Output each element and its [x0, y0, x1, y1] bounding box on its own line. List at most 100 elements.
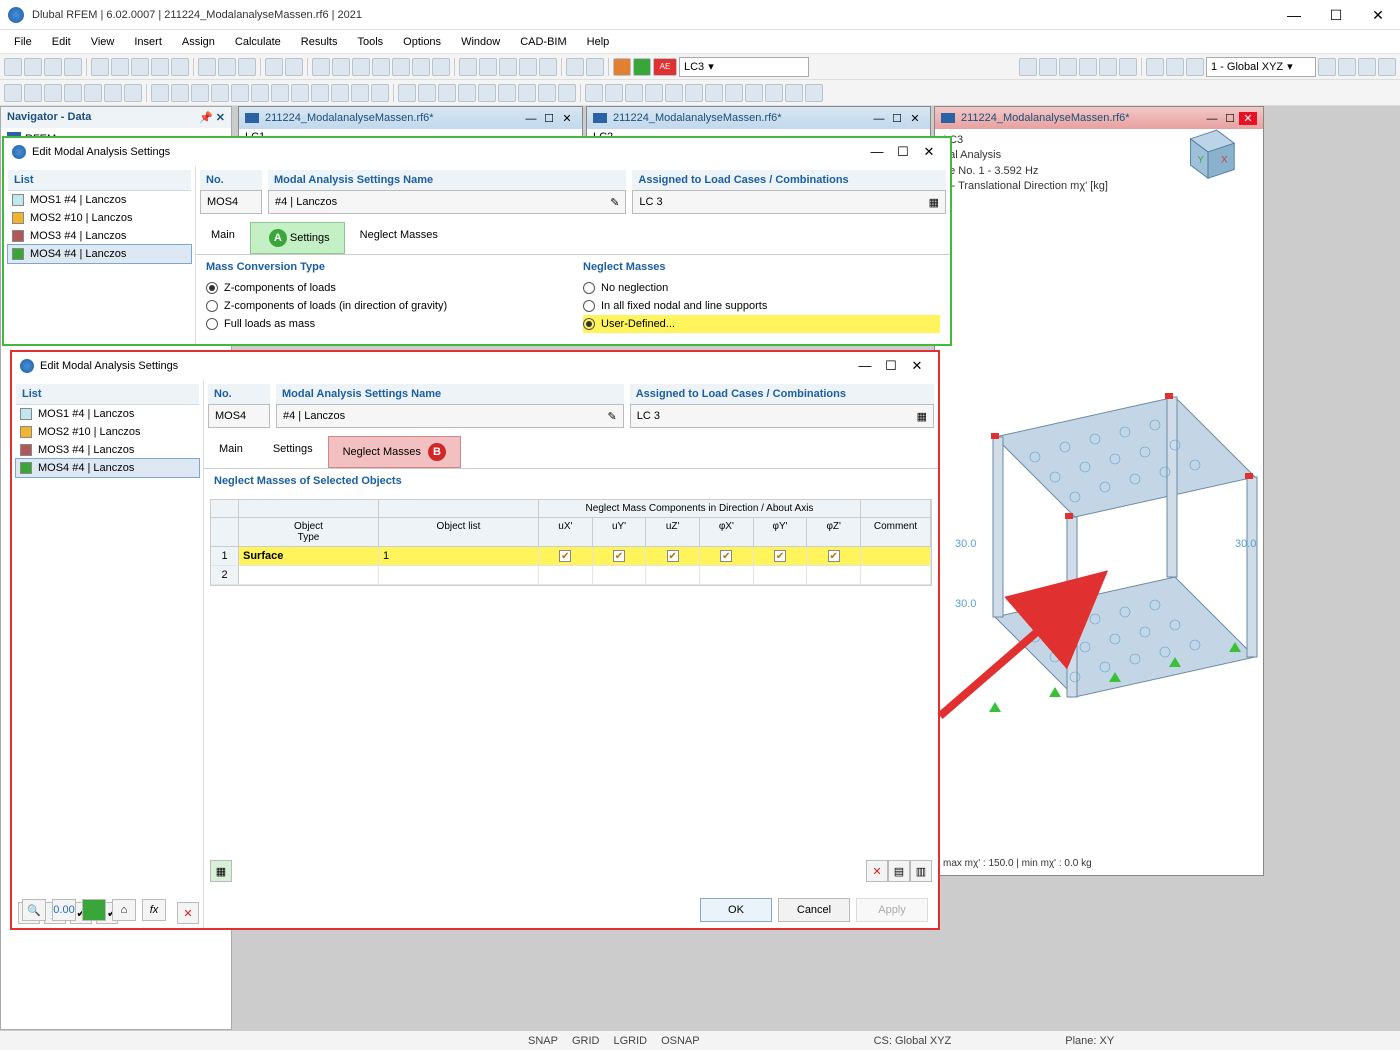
checkbox-ux[interactable]: ✔	[559, 550, 571, 562]
tb-icon[interactable]	[645, 84, 663, 102]
tb-icon[interactable]	[398, 84, 416, 102]
tb-icon[interactable]	[1099, 58, 1117, 76]
status-lgrid[interactable]: LGRID	[613, 1035, 647, 1047]
cell-comment[interactable]	[861, 547, 931, 565]
tb-icon[interactable]	[566, 58, 584, 76]
checkbox-phiz[interactable]: ✔	[828, 550, 840, 562]
tb-icon[interactable]	[231, 84, 249, 102]
tb-icon[interactable]	[633, 58, 651, 76]
table-row[interactable]: 2	[211, 566, 931, 585]
tb-icon[interactable]	[1166, 58, 1184, 76]
radio-full-loads[interactable]: Full loads as mass	[206, 315, 563, 333]
cell-type[interactable]: Surface	[239, 547, 379, 565]
tb-icon[interactable]	[171, 84, 189, 102]
cell-list[interactable]	[379, 566, 539, 584]
edit-icon[interactable]: ✎	[608, 410, 617, 423]
tb-icon[interactable]	[1019, 58, 1037, 76]
dlg-max[interactable]: ☐	[878, 358, 904, 374]
radio-z-components[interactable]: Z-components of loads	[206, 279, 563, 297]
menu-insert[interactable]: Insert	[126, 33, 170, 51]
tb-icon[interactable]	[412, 58, 430, 76]
tb-icon[interactable]	[1146, 58, 1164, 76]
tb-icon[interactable]	[705, 84, 723, 102]
tb-icon[interactable]	[725, 84, 743, 102]
orientation-cube-icon[interactable]: X Y	[1173, 117, 1243, 187]
tb-icon[interactable]	[1079, 58, 1097, 76]
tb-icon[interactable]	[331, 84, 349, 102]
ok-button[interactable]: OK	[700, 898, 772, 922]
tb-icon[interactable]	[24, 84, 42, 102]
tb-icon[interactable]	[352, 58, 370, 76]
tb-icon[interactable]	[64, 58, 82, 76]
list-item[interactable]: MOS2 #10 | Lanczos	[8, 209, 191, 227]
tb-icon[interactable]	[371, 84, 389, 102]
fx-icon[interactable]: fx	[142, 899, 166, 921]
tb-icon[interactable]	[4, 84, 22, 102]
tb-icon[interactable]	[4, 58, 22, 76]
tb-icon[interactable]	[84, 84, 102, 102]
tb-icon[interactable]	[438, 84, 456, 102]
radio-fixed-supports[interactable]: In all fixed nodal and line supports	[583, 297, 940, 315]
tb-icon[interactable]	[518, 84, 536, 102]
tb-icon[interactable]	[613, 58, 631, 76]
assigned-input[interactable]: LC 3▦	[632, 190, 946, 214]
tb-icon[interactable]	[312, 58, 330, 76]
tab-main[interactable]: Main	[204, 436, 258, 468]
tb-icon[interactable]	[44, 84, 62, 102]
tb-icon[interactable]	[104, 84, 122, 102]
tb-icon[interactable]	[498, 84, 516, 102]
tab-neglect[interactable]: Neglect Masses B	[328, 436, 461, 468]
tb-icon[interactable]	[1039, 58, 1057, 76]
navigator-buttons[interactable]: 📌 ✕	[199, 111, 225, 124]
list-item-selected[interactable]: MOS4 #4 | Lanczos	[16, 459, 199, 477]
tb-icon[interactable]	[291, 84, 309, 102]
list-item[interactable]: MOS3 #4 | Lanczos	[16, 441, 199, 459]
mdi-close[interactable]: ✕	[906, 112, 924, 125]
dlg-close[interactable]: ✕	[916, 144, 942, 160]
status-snap[interactable]: SNAP	[528, 1035, 558, 1047]
cell-list[interactable]: 1	[379, 547, 539, 565]
mdi-max[interactable]: ☐	[888, 112, 906, 125]
tb-icon[interactable]	[311, 84, 329, 102]
tb-icon[interactable]: AE	[653, 58, 677, 76]
tb-icon[interactable]	[171, 58, 189, 76]
browse-icon[interactable]: ▦	[929, 196, 939, 209]
tb-icon[interactable]	[558, 84, 576, 102]
tb-icon[interactable]	[538, 84, 556, 102]
tb-icon[interactable]	[351, 84, 369, 102]
tb-icon[interactable]	[198, 58, 216, 76]
tb-icon[interactable]	[458, 84, 476, 102]
menu-view[interactable]: View	[83, 33, 123, 51]
maximize-button[interactable]: ☐	[1322, 8, 1350, 22]
menu-edit[interactable]: Edit	[44, 33, 79, 51]
list-item[interactable]: MOS1 #4 | Lanczos	[8, 191, 191, 209]
radio-no-neglection[interactable]: No neglection	[583, 279, 940, 297]
tab-settings[interactable]: A Settings	[250, 222, 345, 254]
tb-icon[interactable]	[111, 58, 129, 76]
tb-icon[interactable]	[372, 58, 390, 76]
color-icon[interactable]	[82, 899, 106, 921]
tb-icon[interactable]	[785, 84, 803, 102]
menu-window[interactable]: Window	[453, 33, 508, 51]
tb-icon[interactable]	[519, 58, 537, 76]
tb-icon[interactable]	[285, 58, 303, 76]
mdi-close[interactable]: ✕	[558, 112, 576, 125]
neglect-mass-grid[interactable]: Neglect Mass Components in Direction / A…	[210, 499, 932, 586]
menu-file[interactable]: File	[6, 33, 40, 51]
menu-cadbim[interactable]: CAD-BIM	[512, 33, 574, 51]
dlg-min[interactable]: —	[864, 144, 890, 159]
cell-type[interactable]	[239, 566, 379, 584]
tb-icon[interactable]	[1059, 58, 1077, 76]
tb-icon[interactable]	[1338, 58, 1356, 76]
list-item[interactable]: MOS1 #4 | Lanczos	[16, 405, 199, 423]
tb-icon[interactable]	[392, 58, 410, 76]
tb-icon[interactable]	[459, 58, 477, 76]
grid-tool-icon[interactable]: ▥	[910, 860, 932, 882]
list-item-selected[interactable]: MOS4 #4 | Lanczos	[8, 245, 191, 263]
tb-icon[interactable]	[585, 84, 603, 102]
units-icon[interactable]: 0.00	[52, 899, 76, 921]
tb-icon[interactable]	[91, 58, 109, 76]
mdi-min[interactable]: —	[870, 113, 888, 125]
dlg-max[interactable]: ☐	[890, 144, 916, 160]
tb-icon[interactable]	[432, 58, 450, 76]
